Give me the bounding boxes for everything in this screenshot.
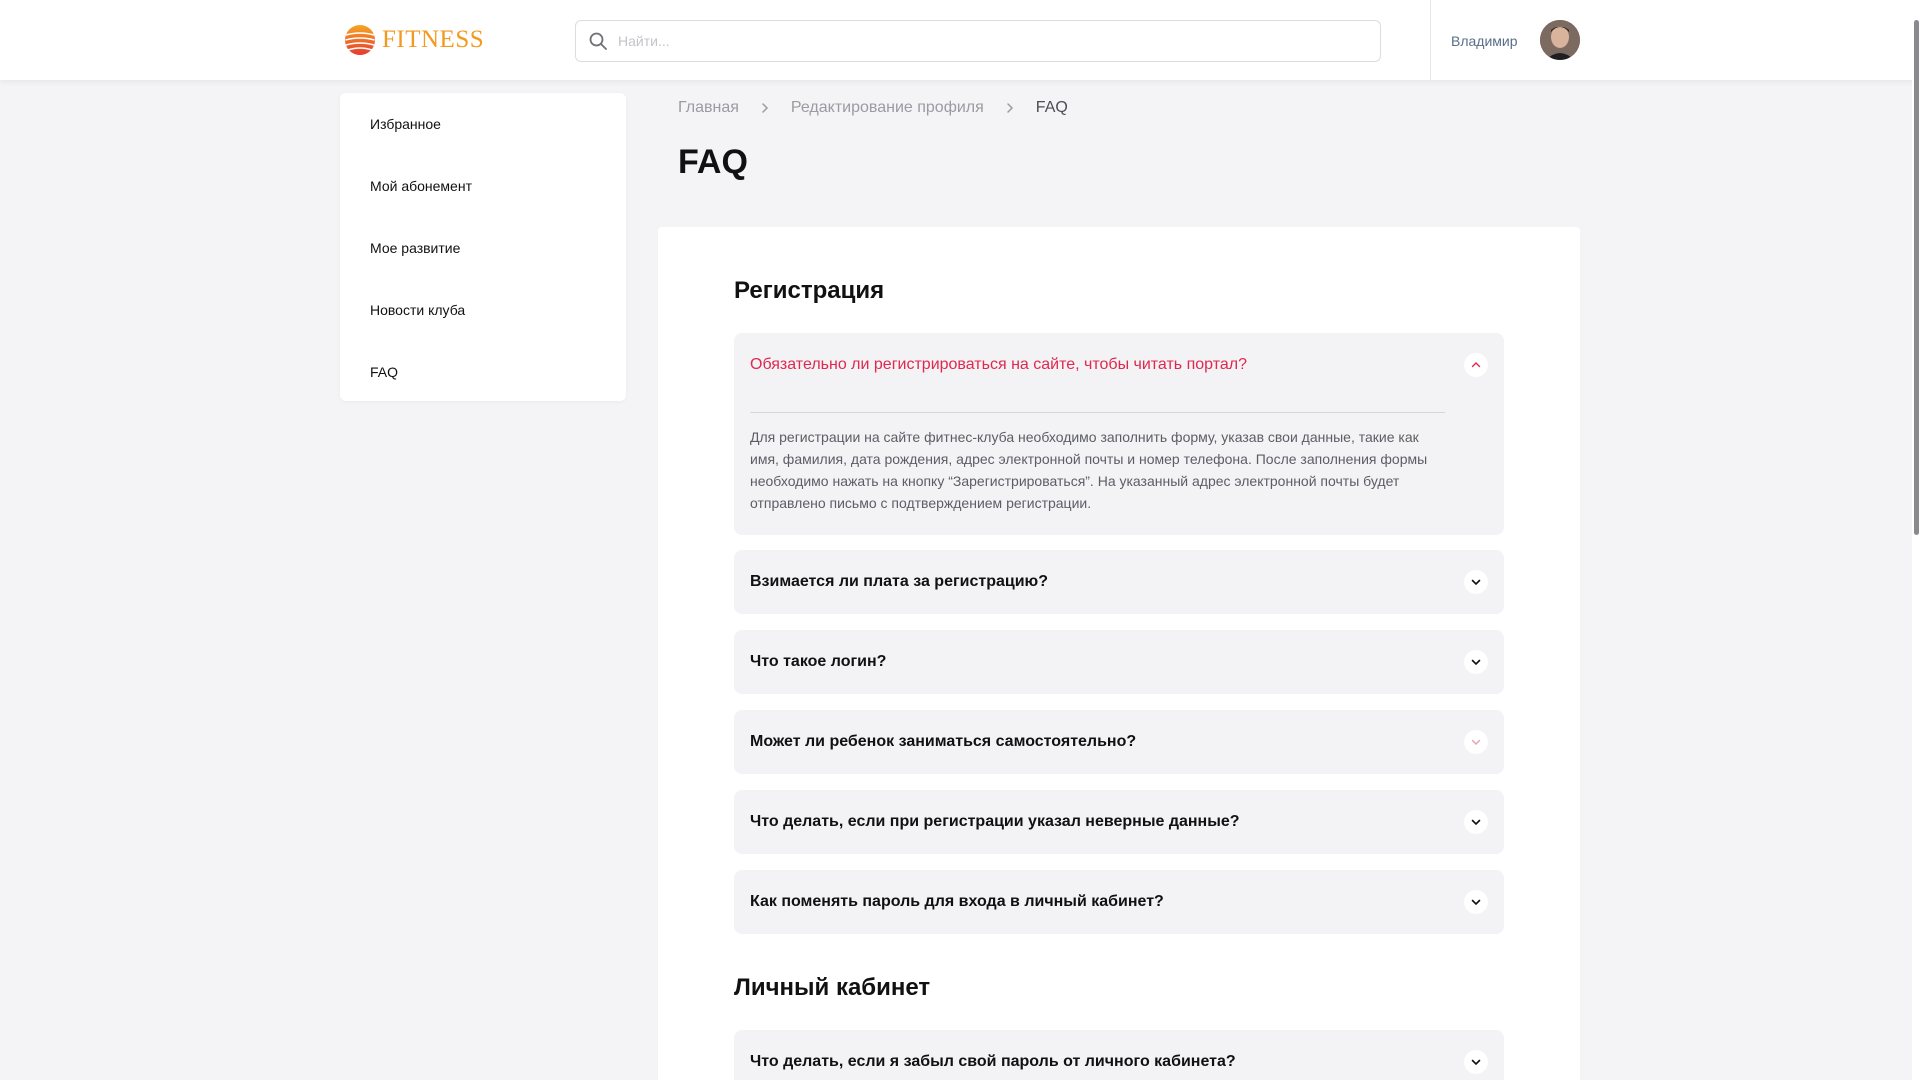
faq-item[interactable]: Что делать, если я забыл свой пароль от …	[734, 1030, 1504, 1080]
faq-question[interactable]: Взимается ли плата за регистрацию?	[750, 550, 1048, 614]
sidebar-item-favorites[interactable]: Избранное	[340, 103, 626, 165]
scrollbar-thumb[interactable]	[1914, 20, 1919, 535]
avatar[interactable]	[1540, 20, 1580, 60]
faq-item-expanded[interactable]: Обязательно ли регистрироваться на сайте…	[734, 333, 1504, 535]
breadcrumb-home[interactable]: Главная	[678, 99, 739, 117]
chevron-right-icon	[1007, 103, 1013, 113]
avatar-image	[1540, 20, 1580, 60]
faq-question[interactable]: Что такое логин?	[750, 630, 886, 694]
faq-question[interactable]: Что делать, если я забыл свой пароль от …	[750, 1030, 1236, 1080]
faq-divider	[750, 412, 1445, 413]
logo-icon	[345, 25, 375, 55]
logo-text: FITNESS	[382, 26, 485, 53]
user-name[interactable]: Владимир	[1451, 33, 1518, 49]
faq-content: Регистрация Обязательно ли регистрироват…	[658, 227, 1580, 1080]
breadcrumb-edit-profile[interactable]: Редактирование профиля	[791, 99, 984, 117]
section-title-personal-account: Личный кабинет	[734, 974, 931, 1001]
faq-answer: Для регистрации на сайте фитнес-клуба не…	[750, 429, 1428, 511]
chevron-up-icon[interactable]	[1464, 353, 1488, 377]
chevron-down-icon[interactable]	[1464, 890, 1488, 914]
search-input[interactable]	[618, 33, 1358, 49]
section-title-registration: Регистрация	[734, 277, 885, 304]
faq-item[interactable]: Что такое логин?	[734, 630, 1504, 694]
faq-item[interactable]: Что делать, если при регистрации указал …	[734, 790, 1504, 854]
chevron-down-icon[interactable]	[1464, 810, 1488, 834]
breadcrumb: Главная Редактирование профиля FAQ	[678, 99, 1068, 117]
sidebar-menu: Избранное Мой абонемент Мое развитие Нов…	[340, 93, 626, 401]
faq-question[interactable]: Что делать, если при регистрации указал …	[750, 790, 1240, 854]
sidebar-item-development[interactable]: Мое развитие	[340, 227, 626, 289]
chevron-down-icon[interactable]	[1464, 650, 1488, 674]
page-title: FAQ	[678, 143, 748, 181]
chevron-down-icon[interactable]	[1464, 1050, 1488, 1074]
faq-question[interactable]: Как поменять пароль для входа в личный к…	[750, 870, 1164, 934]
header-divider	[1430, 0, 1431, 80]
chevron-down-icon[interactable]	[1464, 570, 1488, 594]
page-scrollbar[interactable]	[1912, 0, 1920, 1080]
chevron-right-icon	[762, 103, 768, 113]
sidebar-item-faq[interactable]: FAQ	[340, 351, 626, 413]
sidebar-item-subscription[interactable]: Мой абонемент	[340, 165, 626, 227]
chevron-down-icon[interactable]	[1464, 730, 1488, 754]
sidebar-item-club-news[interactable]: Новости клуба	[340, 289, 626, 351]
search-box[interactable]	[575, 20, 1381, 62]
breadcrumb-current: FAQ	[1035, 99, 1068, 116]
faq-item[interactable]: Как поменять пароль для входа в личный к…	[734, 870, 1504, 934]
top-header: FITNESS Владимир	[0, 0, 1920, 80]
search-icon	[589, 32, 607, 50]
faq-item[interactable]: Взимается ли плата за регистрацию?	[734, 550, 1504, 614]
faq-question[interactable]: Может ли ребенок заниматься самостоятель…	[750, 710, 1136, 774]
faq-question[interactable]: Обязательно ли регистрироваться на сайте…	[750, 333, 1247, 397]
faq-item[interactable]: Может ли ребенок заниматься самостоятель…	[734, 710, 1504, 774]
logo[interactable]: FITNESS	[344, 24, 484, 56]
